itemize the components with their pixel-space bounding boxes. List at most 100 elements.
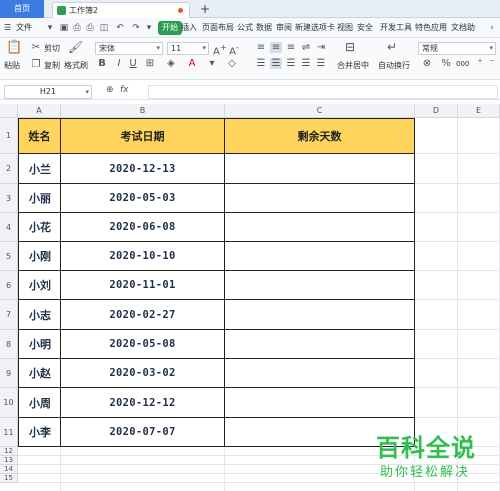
exam-date-cell[interactable]: 2020-02-27 [61,300,225,330]
merge-center-button[interactable]: 合并居中 [337,60,369,71]
orientation-icon[interactable]: ⇌ [300,42,312,53]
exam-date-cell[interactable]: 2020-05-08 [61,330,225,359]
fx-button[interactable]: fx [120,85,129,95]
menu-home[interactable]: 开始 [158,21,182,35]
row-header-5[interactable]: 5 [0,242,18,271]
row-header-14[interactable]: 14 [0,465,18,474]
menu-page-layout[interactable]: 页面布局 [202,18,234,38]
exam-date-cell[interactable]: 2020-11-01 [61,271,225,300]
align-center-icon[interactable]: ☰ [270,58,282,69]
decrease-decimal-icon[interactable]: ⁻ [486,58,498,69]
row-header-13[interactable]: 13 [0,456,18,465]
exam-date-cell[interactable]: 2020-05-03 [61,184,225,213]
chevron-down-icon[interactable]: ▾ [44,22,56,34]
font-grow-icon[interactable]: A+ [213,42,227,57]
hamburger-icon[interactable]: ☰ [4,18,11,38]
column-header-b[interactable]: B [61,104,225,118]
tab-document[interactable]: 工作簿2 [52,2,190,18]
copy-button[interactable]: 复制 [44,60,60,71]
exam-date-cell[interactable]: 2020-12-12 [61,388,225,418]
remaining-days-cell[interactable] [225,184,415,213]
name-cell[interactable]: 小花 [18,213,61,242]
underline-button[interactable]: U [128,58,138,69]
row-header-4[interactable]: 4 [0,213,18,242]
align-left-icon[interactable]: ☰ [255,58,267,69]
currency-icon[interactable]: ⊗ [421,58,433,69]
menu-security[interactable]: 安全 [357,18,373,38]
remaining-days-cell[interactable] [225,330,415,359]
exam-date-cell[interactable]: 2020-03-02 [61,359,225,388]
tab-home[interactable]: 首页 [0,0,44,18]
italic-button[interactable]: I [114,58,124,69]
menu-features[interactable]: 特色应用 [415,18,447,38]
align-bottom-icon[interactable]: ≡ [285,42,297,53]
row-header-8[interactable]: 8 [0,330,18,359]
row-header-1[interactable]: 1 [0,118,18,154]
merge-center-icon[interactable]: ⊟ [342,40,358,54]
menu-view[interactable]: 视图 [337,18,353,38]
menu-developer[interactable]: 开发工具 [380,18,412,38]
select-all-corner[interactable] [0,104,18,118]
font-size-select[interactable]: 11 ▾ [167,42,209,55]
format-painter-button[interactable]: 格式刷 [64,60,88,71]
font-color-icon[interactable]: A [186,58,198,69]
align-top-icon[interactable]: ≡ [255,42,267,53]
name-cell[interactable]: 小刚 [18,242,61,271]
table-header-cell[interactable]: 姓名 [18,118,61,154]
font-name-select[interactable]: 宋体 ▾ [95,42,163,55]
paste-icon[interactable]: 📋 [6,40,22,55]
zoom-icon[interactable]: ⊕ [106,85,114,95]
menu-review[interactable]: 审阅 [276,18,292,38]
remaining-days-cell[interactable] [225,271,415,300]
column-header-e[interactable]: E [458,104,500,118]
redo-icon[interactable]: ↷ [130,22,142,34]
format-painter-icon[interactable]: 🖌 [68,40,83,54]
thousands-button[interactable]: 000 [456,60,469,68]
more-icon[interactable]: › [486,22,498,34]
row-header-11[interactable]: 11 [0,418,18,447]
align-middle-icon[interactable]: ≡ [270,42,282,53]
undo-icon[interactable]: ↶ [114,22,126,34]
remaining-days-cell[interactable] [225,300,415,330]
remaining-days-cell[interactable] [225,388,415,418]
clear-format-icon[interactable]: ◇ [226,58,238,69]
row-header-10[interactable]: 10 [0,388,18,418]
table-header-cell[interactable]: 考试日期 [61,118,225,154]
name-cell[interactable]: 小周 [18,388,61,418]
distributed-icon[interactable]: ☰ [315,58,327,69]
menu-formulas[interactable]: 公式 [237,18,253,38]
table-header-cell[interactable]: 剩余天数 [225,118,415,154]
increase-decimal-icon[interactable]: ⁺ [474,58,486,69]
menu-insert[interactable]: 插入 [181,18,197,38]
name-cell[interactable]: 小刘 [18,271,61,300]
column-header-c[interactable]: C [225,104,415,118]
cut-button[interactable]: 剪切 [44,43,60,54]
formula-input[interactable] [148,85,498,99]
indent-icon[interactable]: ⇥ [315,42,327,53]
paste-button[interactable]: 粘贴 [4,60,20,71]
column-header-d[interactable]: D [415,104,458,118]
exam-date-cell[interactable]: 2020-07-07 [61,418,225,447]
name-cell[interactable]: 小赵 [18,359,61,388]
row-header-12[interactable]: 12 [0,447,18,456]
fill-color-icon[interactable]: ◈ [165,58,177,69]
column-header-a[interactable]: A [18,104,61,118]
wrap-text-icon[interactable]: ↵ [384,40,400,54]
scissors-icon[interactable]: ✂ [31,42,41,53]
export-icon[interactable]: ⎙ [71,22,83,34]
print-preview-icon[interactable]: ◫ [98,22,110,34]
name-cell[interactable]: 小丽 [18,184,61,213]
number-format-select[interactable]: 常规 ▾ [418,42,496,55]
percent-button[interactable]: % [440,58,452,69]
bold-button[interactable]: B [97,58,107,69]
new-tab-button[interactable]: + [198,0,212,18]
menu-data[interactable]: 数据 [256,18,272,38]
border-icon[interactable]: ⊞ [144,58,156,69]
row-header-7[interactable]: 7 [0,300,18,330]
name-cell[interactable]: 小志 [18,300,61,330]
font-color-dropdown-icon[interactable]: ▾ [206,58,218,69]
justify-icon[interactable]: ☰ [300,58,312,69]
name-box[interactable]: H21 ▾ [4,85,92,99]
name-cell[interactable]: 小兰 [18,154,61,184]
menu-file[interactable]: 文件 [16,18,32,38]
